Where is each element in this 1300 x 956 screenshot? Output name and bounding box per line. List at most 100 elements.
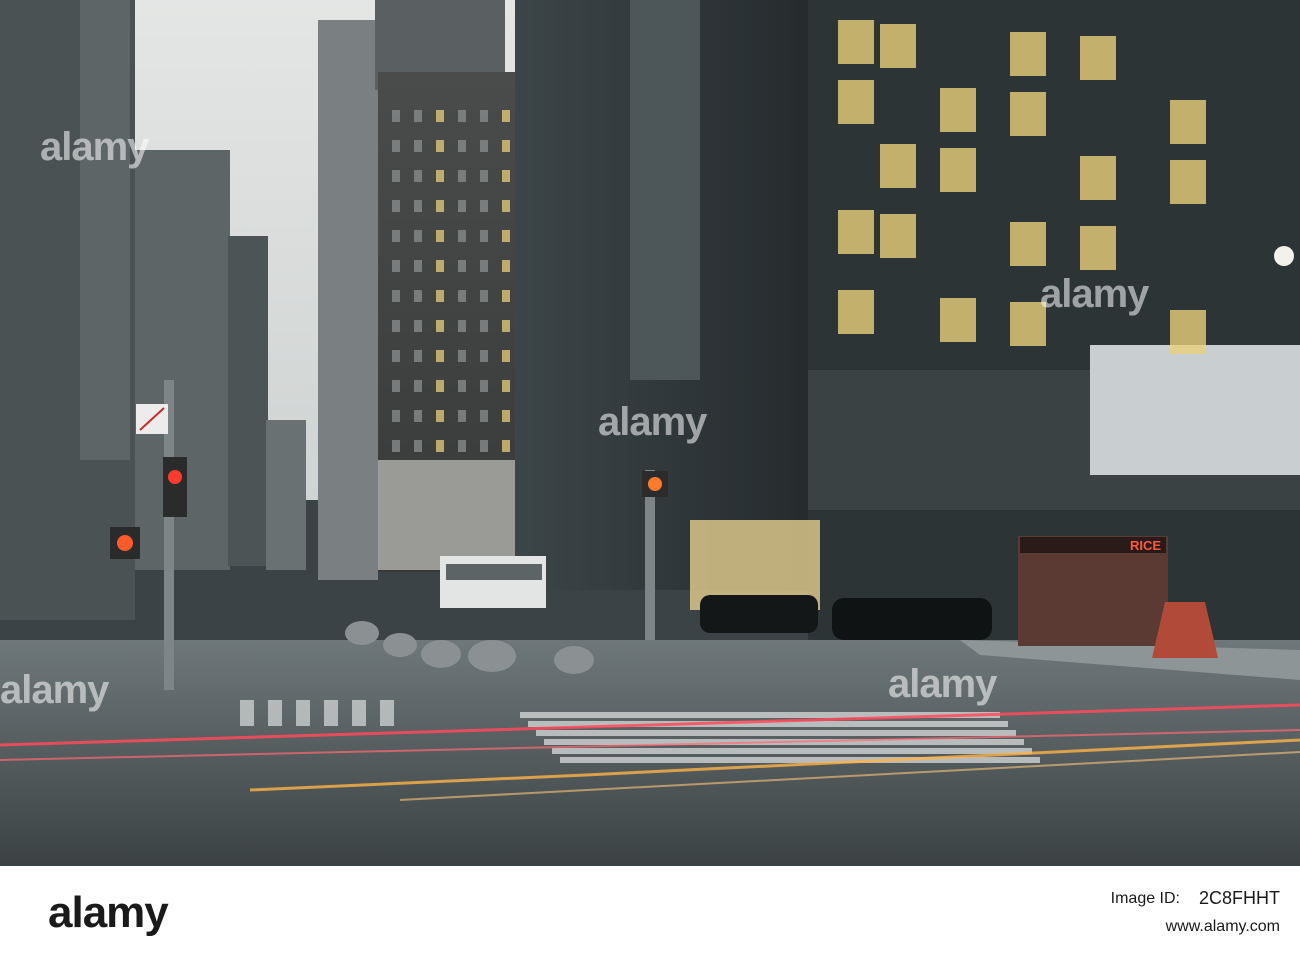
crosswalk-stripe xyxy=(324,700,338,726)
lit-window xyxy=(502,140,510,152)
lit-window xyxy=(414,350,422,362)
lit-window xyxy=(414,440,422,452)
watermark: alamy xyxy=(0,668,109,712)
lit-window xyxy=(502,320,510,332)
crosswalk-stripe xyxy=(380,700,394,726)
lit-window xyxy=(940,148,976,192)
office-panels xyxy=(1090,345,1300,475)
lit-window xyxy=(458,170,466,182)
lit-window xyxy=(436,410,444,422)
lit-window xyxy=(838,80,874,124)
lit-window xyxy=(480,320,488,332)
lit-window xyxy=(480,290,488,302)
lit-window xyxy=(502,200,510,212)
lit-window xyxy=(392,170,400,182)
lit-window xyxy=(1170,100,1206,144)
black-sedan-2 xyxy=(832,598,992,640)
lit-window xyxy=(1170,310,1206,354)
lit-window xyxy=(480,350,488,362)
planter xyxy=(468,640,516,672)
glass-tower-front xyxy=(630,0,700,380)
bus xyxy=(440,556,546,608)
lit-window xyxy=(436,200,444,212)
crosswalk-stripe xyxy=(552,748,1032,754)
crosswalk-stripe xyxy=(560,757,1040,763)
lit-window xyxy=(480,410,488,422)
lit-window xyxy=(458,260,466,272)
lit-window xyxy=(436,440,444,452)
lit-window xyxy=(502,350,510,362)
planter xyxy=(554,646,594,674)
image-id-label: Image ID: xyxy=(1110,890,1180,907)
black-sedan-1 xyxy=(700,595,818,633)
lit-window xyxy=(414,170,422,182)
lit-window xyxy=(392,110,400,122)
lit-window xyxy=(414,260,422,272)
lit-window xyxy=(458,140,466,152)
lit-window xyxy=(458,110,466,122)
lit-window xyxy=(392,140,400,152)
lit-window xyxy=(392,290,400,302)
lit-window xyxy=(414,410,422,422)
lit-window xyxy=(838,290,874,334)
lit-window xyxy=(414,380,422,392)
traffic-light-red xyxy=(168,470,182,484)
lit-window xyxy=(1010,222,1046,266)
lit-window xyxy=(414,290,422,302)
watermark: alamy xyxy=(888,662,997,706)
watermark: alamy xyxy=(1040,272,1149,316)
crosswalk-stripe xyxy=(268,700,282,726)
lit-window xyxy=(480,140,488,152)
lit-window xyxy=(480,380,488,392)
lit-window xyxy=(436,380,444,392)
lit-window xyxy=(880,24,916,68)
lit-window xyxy=(414,140,422,152)
crosswalk-stripe xyxy=(296,700,310,726)
lit-window xyxy=(436,140,444,152)
crosswalk-stripe xyxy=(536,730,1016,736)
lit-window xyxy=(414,110,422,122)
lit-window xyxy=(392,350,400,362)
site-url[interactable]: www.alamy.com xyxy=(1166,918,1280,936)
lit-window xyxy=(392,320,400,332)
lit-window xyxy=(940,298,976,342)
lit-window xyxy=(480,260,488,272)
lit-window xyxy=(392,260,400,272)
pedestrian-signal-light xyxy=(648,477,662,491)
lit-window xyxy=(502,110,510,122)
lit-window xyxy=(502,290,510,302)
brick-tower-base xyxy=(378,460,518,570)
lit-window xyxy=(1170,160,1206,204)
left-building-edge xyxy=(80,0,130,460)
lit-window xyxy=(480,440,488,452)
lit-window xyxy=(392,410,400,422)
lit-window xyxy=(414,200,422,212)
lit-window xyxy=(458,230,466,242)
lit-window xyxy=(458,410,466,422)
lit-window xyxy=(1080,156,1116,200)
lit-window xyxy=(480,110,488,122)
lit-window xyxy=(502,440,510,452)
lit-window xyxy=(1010,32,1046,76)
alamy-logo[interactable]: alamy xyxy=(48,888,169,938)
lit-window xyxy=(458,200,466,212)
lit-window xyxy=(480,230,488,242)
image-id: 2C8FHHT xyxy=(1198,888,1280,908)
lit-window xyxy=(502,260,510,272)
traffic-light-left xyxy=(163,457,187,517)
far-building-3 xyxy=(266,420,306,570)
lit-window xyxy=(458,290,466,302)
lit-window xyxy=(392,440,400,452)
lit-window xyxy=(480,170,488,182)
lit-window xyxy=(502,410,510,422)
lit-window xyxy=(838,210,874,254)
lit-window xyxy=(458,380,466,392)
planter xyxy=(345,621,379,645)
lit-window xyxy=(1080,226,1116,270)
traffic-light-red xyxy=(117,535,133,551)
lit-window xyxy=(436,290,444,302)
crosswalk-stripe xyxy=(240,700,254,726)
lit-window xyxy=(880,144,916,188)
lit-window xyxy=(436,260,444,272)
lit-window xyxy=(502,170,510,182)
